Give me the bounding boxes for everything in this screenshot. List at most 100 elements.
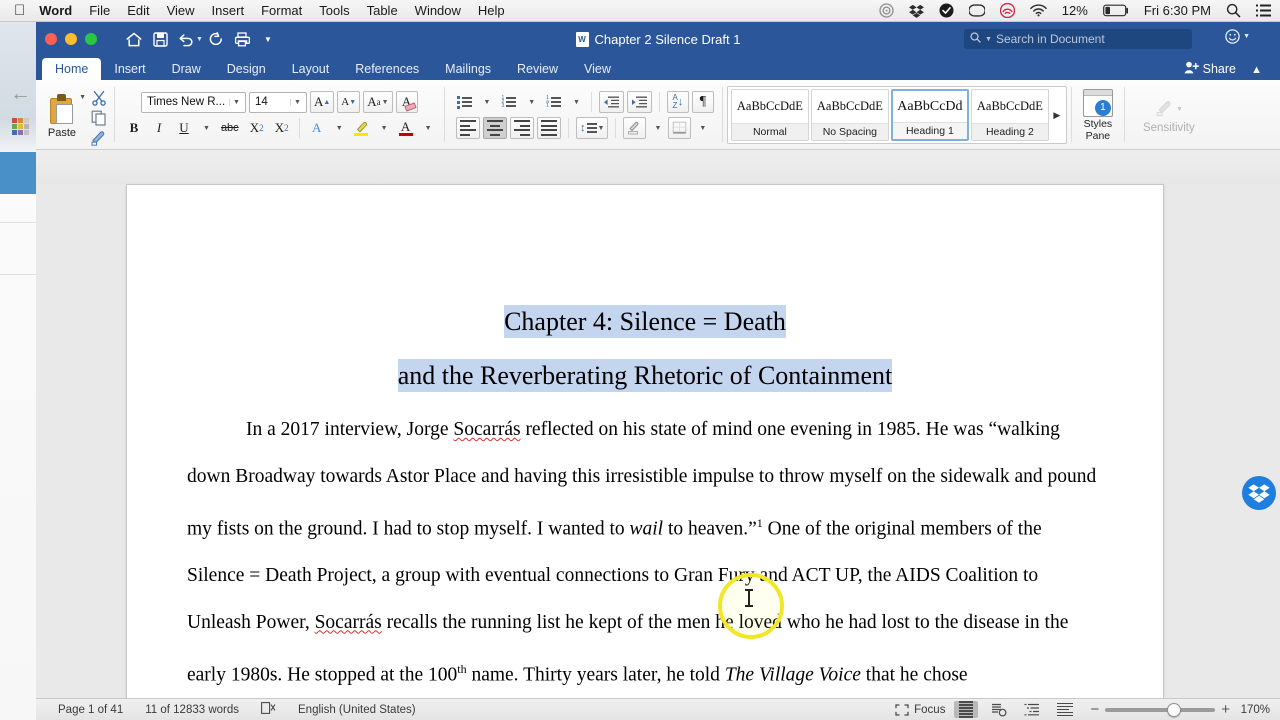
justify-button[interactable] xyxy=(537,117,562,139)
superscript-button[interactable]: X2 xyxy=(271,117,293,139)
menu-bar-clock[interactable]: Fri 6:30 PM xyxy=(1144,3,1211,18)
change-case-button[interactable]: Aa ▼ xyxy=(363,91,393,113)
copy-icon[interactable] xyxy=(88,109,110,127)
tab-references[interactable]: References xyxy=(342,58,432,80)
paste-dropdown-icon[interactable]: ▼ xyxy=(79,94,86,101)
undo-dropdown-icon[interactable]: ▼ xyxy=(196,36,203,43)
text-effects-button[interactable]: A xyxy=(306,117,328,139)
font-name-combobox[interactable]: Times New R... ▼ xyxy=(140,91,246,113)
search-in-document-field[interactable]: ▼ Search in Document xyxy=(964,29,1192,49)
share-button[interactable]: Share xyxy=(1184,61,1236,77)
back-arrow-icon[interactable]: ← xyxy=(10,83,36,104)
bold-button[interactable]: B xyxy=(123,117,145,139)
dropbox-icon[interactable] xyxy=(908,4,924,18)
dropbox-icon[interactable] xyxy=(1242,476,1276,510)
chevron-down-icon[interactable]: ▼ xyxy=(229,98,243,106)
word-count[interactable]: 11 of 12833 words xyxy=(145,704,239,716)
document-page[interactable]: Chapter 4: Silence = Death and the Rever… xyxy=(126,184,1164,705)
document-paragraph[interactable]: In a 2017 interview, Jorge Socarrás refl… xyxy=(187,407,1103,699)
style-heading-1[interactable]: AaBbCcDd Heading 1 xyxy=(890,89,969,141)
style-heading-2[interactable]: AaBbCcDdE Heading 2 xyxy=(970,89,1049,141)
menu-item-table[interactable]: Table xyxy=(367,3,398,18)
zoom-out-button[interactable]: − xyxy=(1090,701,1099,718)
shrink-font-button[interactable]: A ▼ xyxy=(337,91,361,113)
italic-button[interactable]: I xyxy=(148,117,170,139)
increase-indent-button[interactable] xyxy=(626,91,652,113)
creative-cloud-icon[interactable] xyxy=(968,4,985,17)
color-grid-icon[interactable] xyxy=(12,118,32,138)
document-heading[interactable]: Chapter 4: Silence = Death and the Rever… xyxy=(187,295,1103,403)
sensitivity-button[interactable]: ▼ Sensitivity xyxy=(1127,80,1211,150)
multilevel-list-button[interactable]: 1a1 xyxy=(542,91,565,113)
grow-font-button[interactable]: A ▲ xyxy=(309,91,335,113)
chevron-down-icon[interactable]: ▼ xyxy=(1243,33,1250,40)
print-layout-view-button[interactable] xyxy=(954,701,979,718)
borders-button[interactable] xyxy=(668,117,692,139)
zoom-control[interactable]: − + 170% xyxy=(1090,701,1270,718)
document-text-body[interactable]: Chapter 4: Silence = Death and the Rever… xyxy=(127,185,1163,705)
tab-insert[interactable]: Insert xyxy=(101,58,158,80)
sort-button[interactable]: A Z ↓ xyxy=(666,91,689,113)
menu-item-format[interactable]: Format xyxy=(261,3,302,18)
control-center-icon[interactable] xyxy=(1256,4,1271,17)
zoom-slider-thumb[interactable] xyxy=(1167,702,1182,717)
numbered-list-dropdown-icon[interactable]: ▼ xyxy=(523,91,539,113)
language-indicator[interactable]: English (United States) xyxy=(298,704,416,716)
highlight-dropdown-icon[interactable]: ▼ xyxy=(376,117,392,139)
tab-mailings[interactable]: Mailings xyxy=(432,58,504,80)
underline-button[interactable]: U xyxy=(173,117,195,139)
close-button[interactable] xyxy=(45,33,57,45)
wifi-icon[interactable] xyxy=(1030,4,1047,17)
styles-pane-button[interactable]: 1 Styles Pane xyxy=(1074,80,1122,150)
tab-review[interactable]: Review xyxy=(504,58,571,80)
focus-mode-button[interactable]: Focus xyxy=(895,704,945,716)
draft-view-button[interactable] xyxy=(1053,701,1077,718)
underline-dropdown-icon[interactable]: ▼ xyxy=(198,117,214,139)
show-formatting-marks-button[interactable]: ¶ xyxy=(691,91,714,113)
style-no-spacing[interactable]: AaBbCcDdE No Spacing xyxy=(810,89,889,141)
home-icon[interactable] xyxy=(121,27,147,51)
multilevel-list-dropdown-icon[interactable]: ▼ xyxy=(568,91,584,113)
search-icon[interactable] xyxy=(1226,3,1241,18)
font-color-button[interactable]: A xyxy=(395,117,417,139)
feedback-smiley-icon[interactable]: ▼ xyxy=(1225,29,1250,44)
search-scope-dropdown-icon[interactable]: ▼ xyxy=(985,36,992,43)
styles-gallery-next-icon[interactable]: ▶ xyxy=(1050,110,1064,121)
text-effects-dropdown-icon[interactable]: ▼ xyxy=(331,117,347,139)
menu-item-tools[interactable]: Tools xyxy=(319,3,349,18)
tab-draw[interactable]: Draw xyxy=(159,58,214,80)
menu-item-window[interactable]: Window xyxy=(415,3,461,18)
strikethrough-button[interactable]: abc xyxy=(217,117,243,139)
menu-item-file[interactable]: File xyxy=(89,3,110,18)
format-painter-icon[interactable] xyxy=(88,129,110,147)
tab-home[interactable]: Home xyxy=(42,58,102,80)
maximize-button[interactable] xyxy=(85,33,97,45)
clear-formatting-button[interactable]: A xyxy=(395,91,418,113)
print-icon[interactable] xyxy=(229,27,255,51)
web-layout-view-button[interactable] xyxy=(987,701,1011,718)
tab-design[interactable]: Design xyxy=(214,58,279,80)
battery-icon[interactable] xyxy=(1102,4,1129,17)
redo-icon[interactable] xyxy=(203,27,229,51)
menu-item-view[interactable]: View xyxy=(167,3,195,18)
decrease-indent-button[interactable] xyxy=(598,91,624,113)
tab-layout[interactable]: Layout xyxy=(279,58,343,80)
checkmark-circle-icon[interactable] xyxy=(939,3,954,18)
menu-item-word[interactable]: Word xyxy=(39,3,72,18)
customize-toolbar-icon[interactable]: ▼ xyxy=(255,27,281,51)
siri-icon[interactable] xyxy=(879,3,894,18)
misspelled-word-1[interactable]: Socarrás xyxy=(453,419,520,440)
subscript-button[interactable]: X2 xyxy=(246,117,268,139)
shading-dropdown-icon[interactable]: ▼ xyxy=(649,117,665,139)
numbered-list-button[interactable]: 123 xyxy=(497,91,520,113)
page-info[interactable]: Page 1 of 41 xyxy=(58,704,123,716)
misspelled-word-2[interactable]: Socarrás xyxy=(315,612,382,633)
menu-item-insert[interactable]: Insert xyxy=(212,3,245,18)
style-normal[interactable]: AaBbCcDdE Normal xyxy=(730,89,809,141)
menu-item-edit[interactable]: Edit xyxy=(127,3,149,18)
proofing-errors-icon[interactable] xyxy=(261,702,276,717)
apple-logo-icon[interactable]:  xyxy=(14,3,25,18)
cut-icon[interactable] xyxy=(88,89,110,107)
shading-button[interactable] xyxy=(623,117,647,139)
highlight-color-button[interactable] xyxy=(350,117,373,139)
